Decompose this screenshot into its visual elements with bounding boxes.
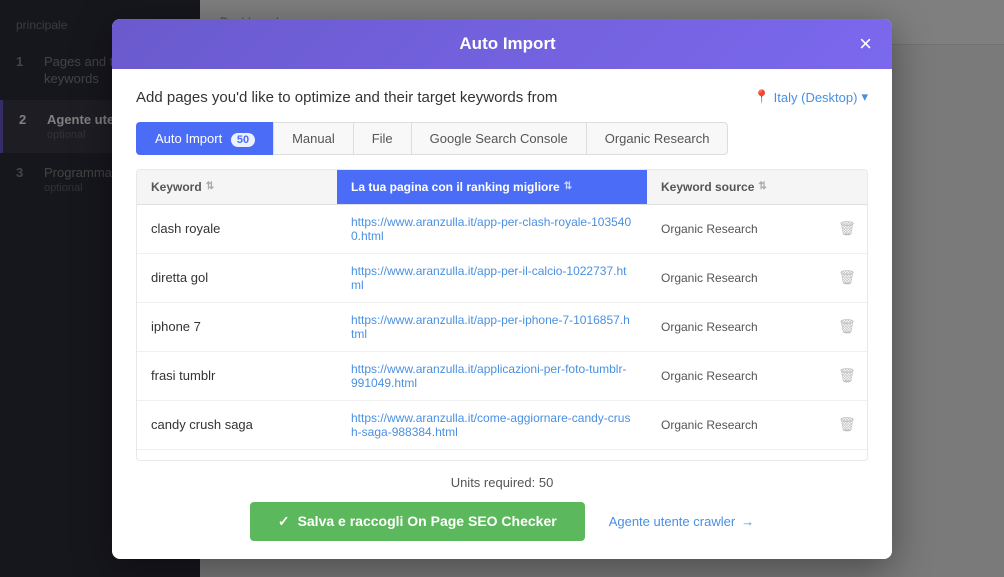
chevron-down-icon: ▾	[861, 89, 868, 105]
checkmark-icon: ✓	[278, 513, 290, 530]
tab-google-search-console[interactable]: Google Search Console	[411, 122, 586, 155]
th-action	[827, 170, 867, 204]
tab-auto-import[interactable]: Auto Import 50	[136, 122, 273, 155]
td-source-5: Organic Research	[647, 401, 827, 449]
th-source: Keyword source ⇅	[647, 170, 827, 204]
td-url-3: https://www.aranzulla.it/app-per-iphone-…	[337, 303, 647, 351]
tab-organic-label: Organic Research	[605, 131, 710, 146]
td-keyword-3: iphone 7	[137, 303, 337, 351]
th-keyword: Keyword ⇅	[137, 170, 337, 204]
td-source-3: Organic Research	[647, 303, 827, 351]
td-source-4: Organic Research	[647, 352, 827, 400]
delete-row-4-button[interactable]: 🗑	[838, 367, 856, 384]
arrow-right-icon: →	[741, 514, 754, 529]
location-label: Italy (Desktop)	[774, 90, 858, 105]
td-action-4: 🗑	[827, 352, 867, 400]
save-button-label: Salva e raccogli On Page SEO Checker	[298, 513, 557, 529]
table-header: Keyword ⇅ La tua pagina con il ranking m…	[137, 170, 867, 205]
units-required: Units required: 50	[451, 475, 554, 490]
td-keyword-6: play store	[137, 450, 337, 460]
tab-organic-research[interactable]: Organic Research	[586, 122, 729, 155]
next-step-link[interactable]: Agente utente crawler →	[609, 514, 754, 529]
table-row: candy crush saga https://www.aranzulla.i…	[137, 401, 867, 450]
auto-import-modal: Auto Import × Add pages you'd like to op…	[112, 19, 892, 559]
tabs-row: Auto Import 50 Manual File Google Search…	[136, 122, 868, 155]
td-keyword-4: frasi tumblr	[137, 352, 337, 400]
table-row: clash royale https://www.aranzulla.it/ap…	[137, 205, 867, 254]
delete-row-5-button[interactable]: 🗑	[838, 416, 856, 433]
td-url-1: https://www.aranzulla.it/app-per-clash-r…	[337, 205, 647, 253]
tab-auto-import-label: Auto Import	[155, 131, 222, 146]
td-keyword-1: clash royale	[137, 205, 337, 253]
delete-row-1-button[interactable]: 🗑	[838, 220, 856, 237]
delete-row-2-button[interactable]: 🗑	[838, 269, 856, 286]
table-row: iphone 7 https://www.aranzulla.it/app-pe…	[137, 303, 867, 352]
sort-icon-keyword: ⇅	[206, 181, 214, 192]
td-source-6: Organic Research	[647, 450, 827, 460]
table-body: clash royale https://www.aranzulla.it/ap…	[137, 205, 867, 460]
td-url-6: https://www.aranzulla.it/come-aggiornare…	[337, 450, 647, 460]
modal-overlay: Auto Import × Add pages you'd like to op…	[0, 0, 1004, 577]
td-action-2: 🗑	[827, 254, 867, 302]
modal-title: Auto Import	[156, 34, 859, 54]
keywords-table: Keyword ⇅ La tua pagina con il ranking m…	[136, 169, 868, 461]
delete-row-3-button[interactable]: 🗑	[838, 318, 856, 335]
td-source-2: Organic Research	[647, 254, 827, 302]
tab-manual[interactable]: Manual	[273, 122, 353, 155]
td-action-3: 🗑	[827, 303, 867, 351]
td-url-2: https://www.aranzulla.it/app-per-il-calc…	[337, 254, 647, 302]
th-page: La tua pagina con il ranking migliore ⇅	[337, 170, 647, 204]
td-keyword-2: diretta gol	[137, 254, 337, 302]
table-row: diretta gol https://www.aranzulla.it/app…	[137, 254, 867, 303]
pin-icon: 📍	[753, 89, 769, 105]
td-keyword-5: candy crush saga	[137, 401, 337, 449]
sort-icon-source: ⇅	[758, 181, 766, 192]
tab-gsc-label: Google Search Console	[430, 131, 568, 146]
tab-file-label: File	[372, 131, 393, 146]
next-step-label: Agente utente crawler	[609, 514, 735, 529]
td-action-6: 🗑	[827, 450, 867, 460]
table-row: frasi tumblr https://www.aranzulla.it/ap…	[137, 352, 867, 401]
tab-manual-label: Manual	[292, 131, 335, 146]
sort-icon-page: ⇅	[564, 181, 572, 192]
save-button[interactable]: ✓ Salva e raccogli On Page SEO Checker	[250, 502, 585, 541]
footer-actions: ✓ Salva e raccogli On Page SEO Checker A…	[250, 502, 754, 541]
td-action-1: 🗑	[827, 205, 867, 253]
location-selector[interactable]: 📍 Italy (Desktop) ▾	[753, 89, 868, 105]
td-url-4: https://www.aranzulla.it/applicazioni-pe…	[337, 352, 647, 400]
td-action-5: 🗑	[827, 401, 867, 449]
modal-subtitle-row: Add pages you'd like to optimize and the…	[136, 89, 868, 106]
td-url-5: https://www.aranzulla.it/come-aggiornare…	[337, 401, 647, 449]
modal-close-button[interactable]: ×	[859, 33, 872, 55]
tab-auto-import-badge: 50	[231, 133, 255, 147]
tab-file[interactable]: File	[353, 122, 411, 155]
modal-header: Auto Import ×	[112, 19, 892, 69]
modal-footer: Units required: 50 ✓ Salva e raccogli On…	[112, 461, 892, 559]
modal-body: Add pages you'd like to optimize and the…	[112, 69, 892, 461]
td-source-1: Organic Research	[647, 205, 827, 253]
modal-subtitle: Add pages you'd like to optimize and the…	[136, 89, 557, 106]
table-row: play store https://www.aranzulla.it/come…	[137, 450, 867, 460]
